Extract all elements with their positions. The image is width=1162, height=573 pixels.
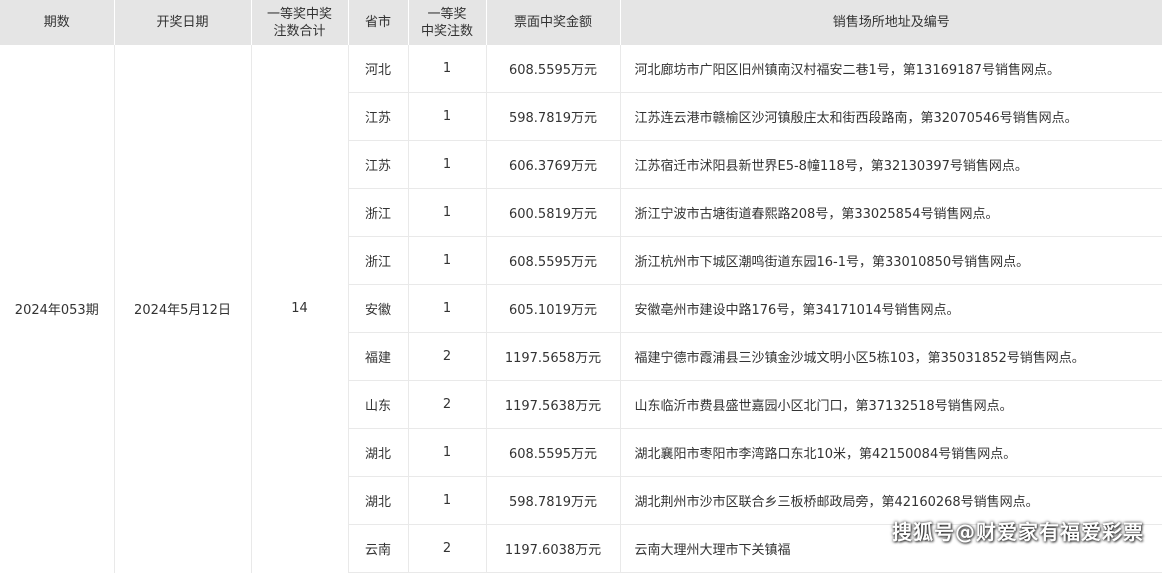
issue-cell: 2024年053期 [0, 45, 115, 573]
winner-count-cell: 1 [408, 188, 487, 237]
prize-amount-cell: 1197.5638万元 [486, 380, 621, 429]
prize-amount-cell: 606.3769万元 [486, 140, 621, 189]
header-count-line1: 一等奖 [427, 6, 467, 22]
province-cell: 浙江 [348, 188, 409, 237]
header-count-line2: 中奖注数 [420, 23, 473, 39]
prize-amount-cell: 1197.6038万元 [486, 524, 621, 573]
province-cell: 江苏 [348, 140, 409, 189]
prize-amount-cell: 608.5595万元 [486, 236, 621, 285]
address-cell: 安徽亳州市建设中路176号，第34171014号销售网点。 [620, 284, 1162, 333]
address-cell: 河北廊坊市广阳区旧州镇南汉村福安二巷1号，第13169187号销售网点。 [620, 45, 1162, 93]
winner-count-cell: 1 [408, 92, 487, 141]
address-cell: 山东临沂市费县盛世嘉园小区北门口，第37132518号销售网点。 [620, 380, 1162, 429]
province-cell: 湖北 [348, 428, 409, 477]
header-province: 省市 [348, 0, 409, 45]
winner-count-cell: 2 [408, 332, 487, 381]
province-cell: 河北 [348, 45, 409, 93]
winner-count-cell: 1 [408, 476, 487, 525]
header-date: 开奖日期 [114, 0, 252, 45]
total-count-cell: 14 [251, 45, 349, 573]
prize-amount-cell: 1197.5658万元 [486, 332, 621, 381]
address-cell: 江苏连云港市赣榆区沙河镇殷庄太和街西段路南，第32070546号销售网点。 [620, 92, 1162, 141]
prize-amount-cell: 598.7819万元 [486, 92, 621, 141]
header-address: 销售场所地址及编号 [620, 0, 1162, 45]
header-amount: 票面中奖金额 [486, 0, 621, 45]
date-cell: 2024年5月12日 [114, 45, 252, 573]
prize-amount-cell: 608.5595万元 [486, 428, 621, 477]
header-count: 一等奖 中奖注数 [408, 0, 487, 45]
header-total-line1: 一等奖中奖 [266, 6, 332, 22]
lottery-results-table: 期数 开奖日期 一等奖中奖 注数合计 省市 一等奖 中奖注数 票面中奖金额 销售… [0, 0, 1162, 573]
province-cell: 浙江 [348, 236, 409, 285]
header-total-line2: 注数合计 [273, 23, 326, 39]
province-cell: 江苏 [348, 92, 409, 141]
address-cell: 福建宁德市霞浦县三沙镇金沙城文明小区5栋103，第35031852号销售网点。 [620, 332, 1162, 381]
winner-count-cell: 1 [408, 428, 487, 477]
prize-amount-cell: 598.7819万元 [486, 476, 621, 525]
header-total: 一等奖中奖 注数合计 [251, 0, 349, 45]
winner-count-cell: 2 [408, 380, 487, 429]
address-cell: 江苏宿迁市沭阳县新世界E5-8幢118号，第32130397号销售网点。 [620, 140, 1162, 189]
table-header: 期数 开奖日期 一等奖中奖 注数合计 省市 一等奖 中奖注数 票面中奖金额 销售… [0, 0, 1162, 45]
province-cell: 安徽 [348, 284, 409, 333]
prize-amount-cell: 605.1019万元 [486, 284, 621, 333]
table-row: 2024年053期 2024年5月12日 14 河北 1 608.5595万元 河北廊坊市广… [0, 45, 1162, 573]
winner-count-cell: 2 [408, 524, 487, 573]
province-cell: 山东 [348, 380, 409, 429]
table-body: 2024年053期 2024年5月12日 14 河北 1 608.5595万元 河北廊坊市广… [0, 45, 1162, 573]
winner-count-cell: 1 [408, 284, 487, 333]
province-cell: 福建 [348, 332, 409, 381]
winner-count-cell: 1 [408, 45, 487, 93]
address-cell: 浙江杭州市下城区潮鸣街道东园16-1号，第33010850号销售网点。 [620, 236, 1162, 285]
header-row: 期数 开奖日期 一等奖中奖 注数合计 省市 一等奖 中奖注数 票面中奖金额 销售… [0, 0, 1162, 45]
prize-amount-cell: 600.5819万元 [486, 188, 621, 237]
province-cell: 云南 [348, 524, 409, 573]
address-cell: 湖北襄阳市枣阳市李湾路口东北10米，第42150084号销售网点。 [620, 428, 1162, 477]
watermark: 搜狐号@财爱家有福爱彩票 [892, 520, 1144, 544]
header-issue: 期数 [0, 0, 115, 45]
prize-amount-cell: 608.5595万元 [486, 45, 621, 93]
winner-count-cell: 1 [408, 236, 487, 285]
winner-count-cell: 1 [408, 140, 487, 189]
province-cell: 湖北 [348, 476, 409, 525]
address-cell: 浙江宁波市古塘街道春熙路208号，第33025854号销售网点。 [620, 188, 1162, 237]
